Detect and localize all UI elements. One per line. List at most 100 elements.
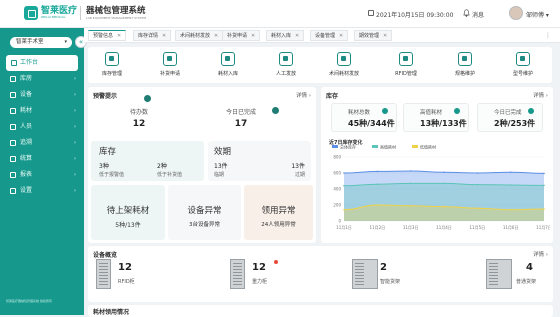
quick-rfid[interactable]: RFID管理 bbox=[381, 52, 431, 77]
sidebar-item-warehouse[interactable]: 库房 › bbox=[0, 71, 84, 87]
cabinet-icon bbox=[230, 259, 245, 289]
close-icon[interactable]: ✕ bbox=[339, 33, 343, 39]
data-point bbox=[476, 172, 479, 174]
device-label: 普通货架 bbox=[516, 279, 537, 285]
inventory-more-link[interactable]: 详情 › bbox=[533, 91, 548, 99]
close-icon[interactable]: ✕ bbox=[214, 33, 218, 39]
sidebar-footer: 智莱医疗器械包管理系统 版权所有 bbox=[6, 299, 52, 303]
close-icon[interactable]: ✕ bbox=[383, 33, 387, 39]
device-alert-value: 3台设备异常 bbox=[189, 222, 220, 228]
data-point bbox=[376, 183, 379, 185]
model-icon bbox=[516, 52, 530, 66]
kpi-label: 今日已完成 bbox=[494, 110, 522, 116]
x-tick-label: 11月3日 bbox=[403, 225, 419, 230]
device-count: 2 bbox=[380, 262, 387, 273]
settlement-icon bbox=[10, 156, 16, 162]
chevron-right-icon: › bbox=[74, 156, 76, 162]
close-icon[interactable]: ✕ bbox=[117, 33, 121, 39]
spec-icon bbox=[458, 52, 472, 66]
todo-card[interactable]: 待办数 12 bbox=[98, 99, 180, 135]
more-tabs-icon[interactable]: ⋮ bbox=[542, 30, 554, 41]
sidebar-item-personnel[interactable]: 人员 › bbox=[0, 119, 84, 135]
consumables-icon bbox=[10, 108, 16, 114]
stock-trend-chart: 总体库存 高值耗材 低值耗材 800 600 400 200 011月1日 11月2日 11月3日… bbox=[332, 144, 550, 230]
stock-restock-label: 低于补货值 bbox=[157, 172, 183, 178]
stock-in-icon bbox=[221, 52, 235, 66]
quick-or-issue[interactable]: 术间耗材发放 bbox=[319, 52, 369, 77]
quick-restock[interactable]: 补货申请 bbox=[145, 52, 195, 77]
sidebar-item-trace[interactable]: 追溯 › bbox=[0, 135, 84, 151]
quick-stock-mgmt[interactable]: 库存管理 bbox=[87, 52, 137, 77]
cabinet-icon bbox=[96, 259, 111, 289]
trace-icon bbox=[10, 140, 16, 146]
sidebar-item-reports[interactable]: 报表 › bbox=[0, 167, 84, 183]
tab-warning-info[interactable]: 预警信息 ✕ bbox=[88, 30, 127, 41]
sidebar-item-device[interactable]: 设备 › bbox=[0, 87, 84, 103]
legend-swatch bbox=[332, 145, 338, 148]
chevron-right-icon: › bbox=[74, 108, 76, 114]
data-point bbox=[509, 184, 512, 186]
y-tick-label: 800 bbox=[333, 155, 341, 160]
close-icon[interactable]: ✕ bbox=[162, 33, 166, 39]
tab-label: 设备管理 bbox=[315, 33, 336, 39]
kpi-total: 耗材总数 45种/344件 bbox=[331, 103, 397, 132]
devices-more-link[interactable]: 详情 › bbox=[533, 250, 548, 258]
data-point bbox=[443, 182, 445, 185]
device-gravity[interactable]: 12 重力柜 bbox=[222, 259, 322, 291]
device-smart-shelf[interactable]: 2 智能货架 bbox=[344, 259, 444, 291]
tab-stock-in[interactable]: 耗材入库 ✕ bbox=[266, 30, 305, 41]
kpi-value: 45种/344件 bbox=[348, 119, 395, 128]
device-rfid[interactable]: 12 RFID柜 bbox=[88, 259, 188, 291]
sidebar-item-consumables[interactable]: 耗材 › bbox=[0, 103, 84, 119]
avatar[interactable] bbox=[509, 6, 523, 20]
sidebar-item-settlement[interactable]: 统算 › bbox=[0, 151, 84, 167]
device-normal-shelf[interactable]: 4 普通货架 bbox=[478, 259, 553, 291]
quick-stock-in[interactable]: 耗材入库 bbox=[203, 52, 253, 77]
department-select[interactable]: 智莱手术室 ▾ bbox=[10, 37, 72, 48]
bell-icon[interactable] bbox=[463, 9, 470, 17]
done-value: 17 bbox=[234, 119, 248, 129]
close-icon[interactable]: ✕ bbox=[251, 33, 255, 39]
expiry-card[interactable]: 效期 13件 临期 13件 过期 bbox=[208, 141, 311, 181]
alerts-more-link[interactable]: 详情 › bbox=[296, 91, 311, 99]
or-issue-icon bbox=[337, 52, 351, 66]
legend-label: 高值耗材 bbox=[380, 144, 396, 150]
shelf-card[interactable]: 待上架耗材 5种/13件 bbox=[91, 185, 165, 240]
usage-panel: 耗材领用情况 bbox=[88, 305, 553, 317]
shelf-title: 待上架耗材 bbox=[106, 206, 150, 216]
done-label: 今日已完成 bbox=[225, 109, 256, 116]
alert-dot bbox=[274, 260, 278, 264]
quick-manual-issue[interactable]: 人工发放 bbox=[261, 52, 311, 77]
x-tick-label: 11月1日 bbox=[336, 225, 352, 230]
sidebar-item-workbench[interactable]: 工作台 bbox=[6, 55, 78, 71]
messages-link[interactable]: 消息 bbox=[472, 10, 484, 19]
pickup-alert-card[interactable]: 领用异常 24人领用异常 bbox=[244, 185, 313, 240]
done-card[interactable]: 今日已完成 17 bbox=[200, 99, 282, 135]
kpi-high-value: 高值耗材 13种/133件 bbox=[403, 103, 469, 132]
username-menu[interactable]: 邹师傅 ▾ bbox=[526, 10, 549, 19]
tab-consumable-issue[interactable]: 术间耗材发放 ✕ bbox=[175, 30, 224, 41]
tab-label: 术间耗材发放 bbox=[180, 33, 211, 39]
tab-restock[interactable]: 补货申请 ✕ bbox=[222, 30, 261, 41]
sidebar-item-settings[interactable]: 设置 › bbox=[0, 183, 84, 199]
stock-card[interactable]: 库存 3种 低于报警值 2种 低于补货值 bbox=[91, 141, 204, 181]
y-tick-label: 600 bbox=[333, 171, 341, 176]
quick-label: 补货申请 bbox=[159, 71, 180, 77]
tab-device-mgmt[interactable]: 设备管理 ✕ bbox=[310, 30, 349, 41]
stock-alarm-value: 3种 bbox=[99, 163, 109, 170]
expiry-near-label: 临期 bbox=[214, 172, 225, 178]
device-alert-card[interactable]: 设备异常 3台设备异常 bbox=[168, 185, 241, 240]
x-tick-label: 11月7日 bbox=[536, 225, 550, 230]
current-datetime: 2021年10月15日 09:30:00 bbox=[376, 12, 454, 19]
tab-expiry-mgmt[interactable]: 期效管理 ✕ bbox=[354, 30, 393, 41]
close-icon[interactable]: ✕ bbox=[295, 33, 299, 39]
x-tick-label: 11月5日 bbox=[470, 225, 486, 230]
tab-label: 期效管理 bbox=[359, 33, 380, 39]
data-point bbox=[343, 172, 345, 174]
quick-label: RFID管理 bbox=[395, 71, 417, 77]
quick-model[interactable]: 型号维护 bbox=[498, 52, 548, 77]
quick-spec[interactable]: 规格维护 bbox=[440, 52, 490, 77]
tab-stock-detail[interactable]: 库存详情 ✕ bbox=[133, 30, 172, 41]
sidebar-item-label: 报表 bbox=[20, 171, 33, 178]
kpi-label: 耗材总数 bbox=[348, 110, 371, 116]
